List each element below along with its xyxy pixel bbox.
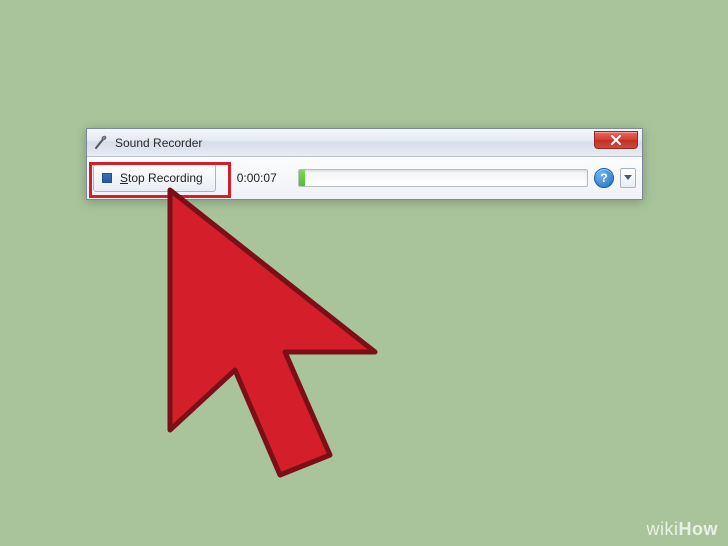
stop-recording-label: Stop Recording <box>120 171 203 185</box>
close-icon <box>610 135 622 145</box>
window-title: Sound Recorder <box>115 136 202 150</box>
audio-level-meter <box>298 169 588 187</box>
options-dropdown-button[interactable] <box>620 168 636 188</box>
help-button[interactable]: ? <box>594 168 614 188</box>
close-button[interactable] <box>594 131 638 149</box>
cursor-pointer-illustration <box>150 180 410 490</box>
microphone-icon <box>93 135 109 151</box>
stop-recording-button[interactable]: Stop Recording <box>93 164 216 192</box>
titlebar[interactable]: Sound Recorder <box>87 129 642 157</box>
client-area: Stop Recording 0:00:07 ? <box>87 157 642 199</box>
elapsed-time: 0:00:07 <box>222 171 292 185</box>
stop-button-wrap: Stop Recording <box>93 164 216 192</box>
chevron-down-icon <box>624 175 632 181</box>
audio-level-fill <box>299 170 305 186</box>
stop-icon <box>102 173 112 183</box>
sound-recorder-window: Sound Recorder Stop Recording 0:00:07 ? <box>86 128 643 200</box>
watermark: wikiHow <box>647 519 719 540</box>
